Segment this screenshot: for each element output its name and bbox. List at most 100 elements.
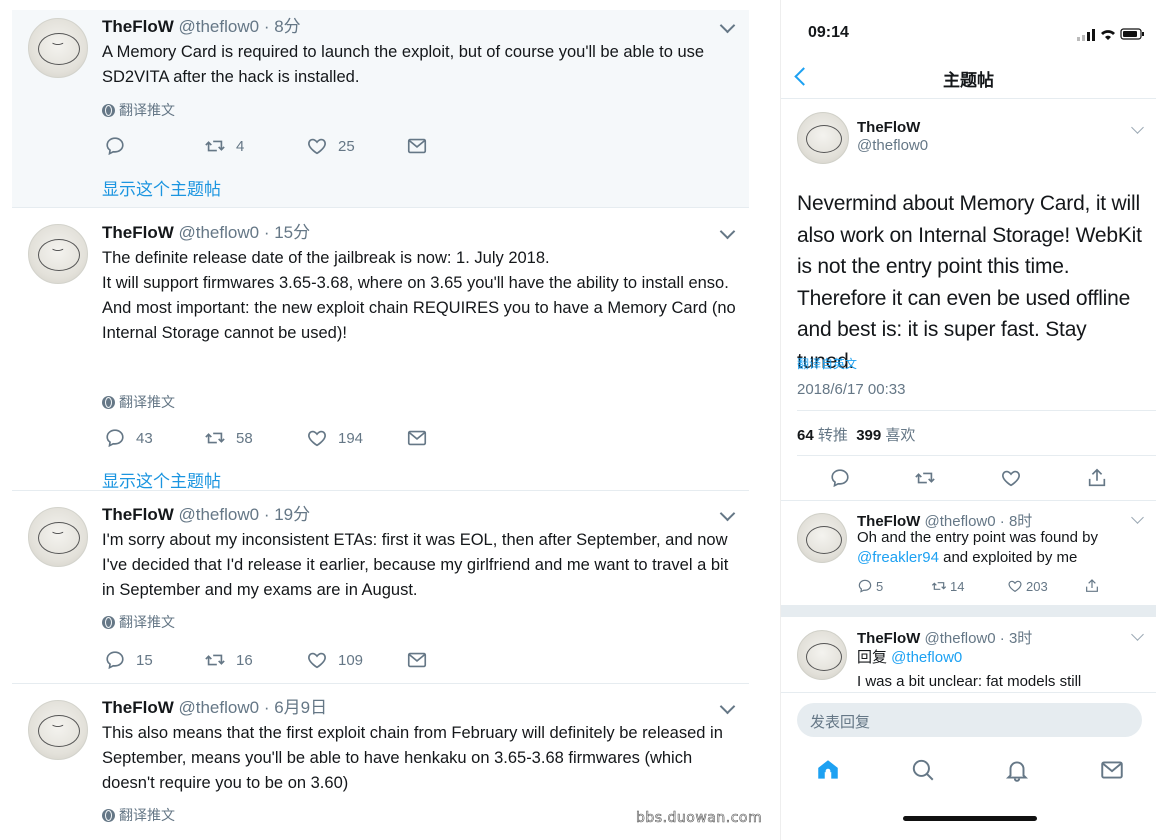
- status-time: 09:14: [808, 24, 849, 41]
- like-count[interactable]: 399: [856, 427, 881, 444]
- translate-link[interactable]: 翻译自英文: [797, 355, 857, 372]
- chevron-down-icon[interactable]: [719, 698, 736, 715]
- translate-label: 翻译推文: [119, 394, 175, 410]
- reply-to-line: 回复 @theflow0: [857, 648, 1147, 668]
- translate-label: 翻译推文: [119, 807, 175, 823]
- home-indicator: [903, 816, 1037, 821]
- mention-link[interactable]: @freakler94: [857, 549, 939, 566]
- chevron-down-icon[interactable]: [719, 223, 736, 240]
- avatar[interactable]: [797, 112, 849, 164]
- share-button[interactable]: [1086, 467, 1108, 494]
- tab-home[interactable]: [815, 757, 841, 788]
- retweet-button[interactable]: 14: [931, 578, 964, 594]
- translate-link[interactable]: 翻译推文: [102, 612, 175, 632]
- author-name[interactable]: TheFloW: [102, 223, 174, 242]
- chevron-down-icon[interactable]: [719, 17, 736, 34]
- tweet-card[interactable]: TheFloW @theflow0 · 15分 The definite rel…: [12, 208, 749, 491]
- retweet-icon: [205, 432, 225, 444]
- tab-messages[interactable]: [1099, 757, 1125, 788]
- retweet-button[interactable]: 16: [204, 649, 253, 671]
- show-thread-link[interactable]: 显示这个主题帖: [102, 467, 221, 492]
- globe-icon: [102, 808, 115, 822]
- avatar[interactable]: [28, 700, 88, 760]
- author-name[interactable]: TheFloW: [857, 630, 920, 647]
- avatar[interactable]: [797, 513, 847, 563]
- chevron-down-icon[interactable]: [719, 505, 736, 522]
- mail-icon: [407, 430, 427, 446]
- tweet-time[interactable]: · 15分: [264, 223, 310, 242]
- retweet-count: 14: [950, 578, 965, 594]
- author-handle[interactable]: @theflow0: [179, 698, 260, 717]
- tweet-text: Nevermind about Memory Card, it will als…: [797, 192, 1142, 373]
- tweet-time[interactable]: · 6月9日: [264, 698, 327, 717]
- translate-link[interactable]: 翻译推文: [102, 392, 175, 412]
- reply-button[interactable]: [829, 467, 851, 494]
- author-handle[interactable]: @theflow0: [925, 630, 996, 647]
- reply-header: TheFloW @theflow0 · 3时: [857, 627, 1032, 648]
- reply-count: 5: [876, 578, 884, 594]
- author-handle[interactable]: @theflow0: [179, 223, 260, 242]
- watermark: bbs.duowan.com: [636, 810, 763, 827]
- tweet-line: And most important: the new exploit chai…: [102, 299, 736, 342]
- chevron-down-icon[interactable]: [1131, 511, 1144, 524]
- retweet-button[interactable]: 4: [204, 135, 244, 157]
- avatar[interactable]: [28, 224, 88, 284]
- chevron-down-icon[interactable]: [1131, 121, 1144, 134]
- tweet-card[interactable]: TheFloW @theflow0 · 19分 I'm sorry about …: [12, 491, 749, 684]
- tweet-stats: 64 转推 399 喜欢: [797, 424, 915, 445]
- retweet-count: 58: [236, 429, 253, 447]
- divider: [781, 98, 1156, 99]
- like-button[interactable]: 194: [306, 427, 363, 449]
- message-button[interactable]: [406, 649, 428, 671]
- status-icons: [1077, 28, 1144, 41]
- tab-notifications[interactable]: [1004, 757, 1030, 788]
- translate-link[interactable]: 翻译推文: [102, 805, 175, 825]
- avatar[interactable]: [797, 630, 847, 680]
- reply-button[interactable]: 15: [104, 649, 153, 671]
- tweet-header: TheFloW @theflow0 · 15分: [102, 223, 310, 243]
- message-button[interactable]: [406, 427, 428, 449]
- like-button[interactable]: 203: [1007, 578, 1048, 594]
- tweet-time[interactable]: · 19分: [264, 505, 310, 524]
- retweet-icon: [931, 582, 947, 590]
- reply-button[interactable]: 43: [104, 427, 153, 449]
- avatar[interactable]: [28, 507, 88, 567]
- tweet-actions: 4 25: [104, 135, 444, 159]
- translate-link[interactable]: 翻译推文: [102, 100, 175, 120]
- avatar[interactable]: [28, 18, 88, 78]
- author-handle[interactable]: @theflow0: [179, 505, 260, 524]
- tweet-text: A Memory Card is required to launch the …: [102, 43, 705, 86]
- author-handle[interactable]: @theflow0: [179, 17, 260, 36]
- tweet-card[interactable]: TheFloW @theflow0 · 8分 A Memory Card is …: [12, 10, 749, 208]
- like-button[interactable]: [1000, 467, 1022, 494]
- like-count: 109: [338, 651, 364, 669]
- reply-icon: [106, 137, 124, 156]
- chevron-down-icon[interactable]: [1131, 628, 1144, 641]
- reply-icon: [831, 469, 849, 488]
- like-label: 喜欢: [885, 427, 916, 444]
- author-name[interactable]: TheFloW: [102, 698, 174, 717]
- mention-link[interactable]: @theflow0: [891, 649, 962, 666]
- reply-button[interactable]: 5: [857, 578, 883, 594]
- reply-icon: [106, 429, 124, 448]
- tweet-actions: 43 58 194: [104, 427, 444, 451]
- like-button[interactable]: 25: [306, 135, 355, 157]
- reply-button[interactable]: [104, 135, 136, 157]
- tweet-time[interactable]: · 8分: [264, 17, 301, 36]
- tab-search[interactable]: [910, 757, 936, 788]
- share-button[interactable]: [1084, 578, 1100, 594]
- retweet-label: 转推: [817, 427, 848, 444]
- retweet-count[interactable]: 64: [797, 427, 814, 444]
- retweet-icon: [205, 654, 225, 666]
- author-handle[interactable]: @theflow0: [857, 137, 928, 154]
- tweet-text: The definite release date of the jailbre…: [102, 246, 738, 346]
- show-thread-link[interactable]: 显示这个主题帖: [102, 175, 221, 200]
- author-name[interactable]: TheFloW: [857, 119, 920, 136]
- author-name[interactable]: TheFloW: [102, 505, 174, 524]
- author-name[interactable]: TheFloW: [102, 17, 174, 36]
- like-button[interactable]: 109: [306, 649, 363, 671]
- heart-icon: [308, 430, 326, 447]
- retweet-button[interactable]: 58: [204, 427, 253, 449]
- retweet-button[interactable]: [914, 467, 936, 494]
- message-button[interactable]: [406, 135, 428, 157]
